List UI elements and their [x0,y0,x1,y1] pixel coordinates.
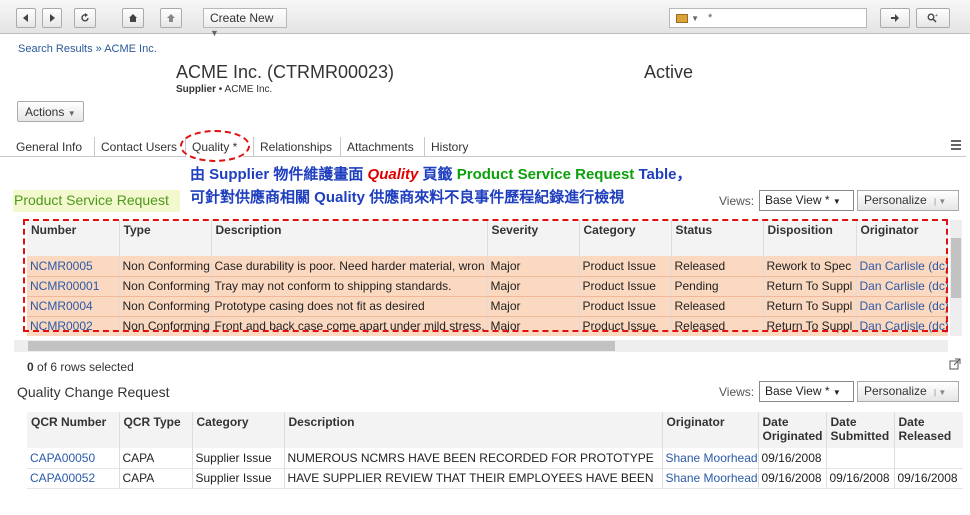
search-type-icon [676,13,688,23]
psr-section-title: Product Service Request [13,190,180,212]
column-header[interactable]: QCR Number [27,412,120,448]
tab-relationships[interactable]: Relationships [253,137,338,157]
qcr-personalize-label: Personalize [864,384,927,398]
status-text: Active [644,62,694,82]
chevron-down-icon: ▼ [832,388,841,397]
qcr-table: QCR Number QCR Type Category Description… [27,412,963,492]
create-new-label: Create New [210,11,274,25]
ann-text: 可針對供應商相關 [190,189,315,206]
tab-attachments[interactable]: Attachments [340,137,420,157]
popout-icon[interactable] [949,358,961,370]
chevron-down-icon: ▼ [832,197,841,206]
table-cell: CAPA [119,468,193,489]
chevron-down-icon: | ▼ [934,388,947,397]
go-button[interactable] [880,8,910,28]
psr-horizontal-scroll-thumb[interactable] [28,341,615,351]
advanced-search-icon[interactable]: + [916,8,950,28]
up-icon[interactable] [160,8,182,28]
search-value: * [708,12,713,24]
home-icon[interactable] [122,8,144,28]
page-subtitle: Supplier • ACME Inc. [176,84,272,95]
rows-selected-count: 0 [27,360,34,374]
tab-history[interactable]: History [424,137,474,157]
tab-menu-icon[interactable] [951,139,961,151]
column-header[interactable]: Category [192,412,285,448]
originator-link[interactable]: Shane Moorhead [662,468,759,489]
table-cell: Supplier Issue [192,448,285,469]
table-row[interactable]: CAPA00050 CAPA Supplier Issue NUMEROUS N… [27,448,963,469]
table-cell [894,448,963,469]
psr-vertical-scrollbar[interactable] [950,220,962,336]
table-cell: 09/16/2008 [826,468,895,489]
qcr-personalize-button[interactable]: Personalize | ▼ [857,381,959,402]
table-cell: Supplier Issue [192,468,285,489]
search-field[interactable]: ▼ * [669,8,867,28]
psr-views-label: Views: [719,194,755,208]
table-cell: HAVE SUPPLIER REVIEW THAT THEIR EMPLOYEE… [284,468,663,489]
originator-link[interactable]: Shane Moorhead [662,448,759,469]
actions-button[interactable]: Actions ▼ [17,101,84,122]
subtitle-class: Supplier [176,84,217,95]
ann-text: Table， [634,166,692,183]
ann-text: 由 [190,166,210,183]
psr-rows-selected: 0 of 6 rows selected [27,360,134,374]
ann-text: Quality [314,189,366,206]
psr-vertical-scroll-thumb[interactable] [951,238,961,298]
qcr-header-row: QCR Number QCR Type Category Description… [27,412,963,448]
tab-bar: General Info Contact Users Quality * Rel… [0,137,966,157]
ann-text: Quality [367,166,419,183]
top-toolbar: Create New ▼ ▼ * + [0,0,970,38]
column-header[interactable]: Date Originated [758,412,827,448]
rows-selected-text: of 6 rows selected [33,360,134,374]
psr-personalize-label: Personalize [864,193,927,207]
subtitle-name: • ACME Inc. [216,84,273,95]
psr-view-value: Base View * [765,193,830,207]
qcr-number-link[interactable]: CAPA00052 [27,468,120,489]
quality-tab-highlight [180,130,250,162]
table-cell: 09/16/2008 [758,448,827,469]
psr-table-highlight [23,219,948,332]
ann-text: 頁籤 [418,166,457,183]
column-header[interactable]: Date Released [894,412,963,448]
chevron-down-icon: ▼ [691,14,699,23]
qcr-view-select[interactable]: Base View * ▼ [759,381,854,402]
create-new-dropdown[interactable]: Create New ▼ [203,8,287,38]
table-cell: 09/16/2008 [758,468,827,489]
tab-general-info[interactable]: General Info [10,137,88,157]
column-header[interactable]: Description [284,412,663,448]
svg-text:+: + [935,13,938,19]
qcr-number-link[interactable]: CAPA00050 [27,448,120,469]
chevron-down-icon: ▼ [67,109,76,118]
table-cell: NUMEROUS NCMRS HAVE BEEN RECORDED FOR PR… [284,448,663,469]
table-cell: CAPA [119,448,193,469]
psr-horizontal-scrollbar[interactable] [14,340,948,352]
refresh-icon[interactable] [74,8,96,28]
tab-contact-users[interactable]: Contact Users [94,137,183,157]
table-cell [826,448,895,469]
ann-text: Supplier [209,166,270,183]
qcr-view-value: Base View * [765,384,830,398]
annotation-line-2: 可針對供應商相關 Quality 供應商來料不良事件歷程紀錄進行檢視 [190,186,624,207]
annotation-line-1: 由 Supplier 物件維護畫面 Quality 頁籤 Product Ser… [190,163,692,184]
table-row[interactable]: CAPA00052 CAPA Supplier Issue HAVE SUPPL… [27,468,963,489]
breadcrumb[interactable]: Search Results » ACME Inc. [18,43,157,55]
column-header[interactable]: Originator [662,412,759,448]
chevron-down-icon: | ▼ [934,197,947,206]
qcr-section-title: Quality Change Request [17,384,170,400]
chevron-down-icon: ▼ [210,28,219,38]
psr-view-select[interactable]: Base View * ▼ [759,190,854,211]
psr-personalize-button[interactable]: Personalize | ▼ [857,190,959,211]
ann-text: Product Service Request [456,166,635,183]
column-header[interactable]: Date Submitted [826,412,895,448]
actions-label: Actions [25,105,65,119]
back-icon[interactable] [16,8,36,28]
forward-icon[interactable] [42,8,62,28]
ann-text: 供應商來料不良事件歷程紀錄進行檢視 [365,189,625,206]
page-title: ACME Inc. (CTRMR00023) [176,62,395,82]
column-header[interactable]: QCR Type [119,412,193,448]
qcr-views-label: Views: [719,385,755,399]
ann-text: 物件維護畫面 [269,166,368,183]
table-cell: 09/16/2008 [894,468,963,489]
